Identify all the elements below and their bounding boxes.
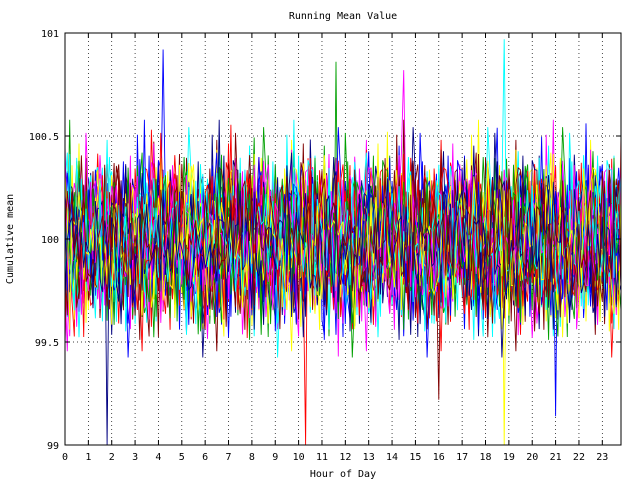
x-tick-label: 5 — [179, 452, 185, 463]
x-tick-label: 15 — [409, 452, 421, 463]
x-tick-label: 16 — [433, 452, 445, 463]
series-group — [64, 39, 622, 446]
x-tick-label: 13 — [363, 452, 375, 463]
x-tick-label: 7 — [226, 452, 232, 463]
x-tick-label: 1 — [85, 452, 91, 463]
y-tick-label: 100.5 — [29, 132, 59, 143]
x-axis-label: Hour of Day — [310, 469, 376, 480]
x-tick-label: 2 — [109, 452, 115, 463]
chart-title: Running Mean Value — [289, 11, 397, 22]
x-tick-label: 4 — [155, 452, 161, 463]
y-axis-label: Cumulative mean — [5, 194, 16, 284]
x-tick-label: 3 — [132, 452, 138, 463]
x-tick-label: 18 — [479, 452, 491, 463]
x-tick-label: 9 — [272, 452, 278, 463]
y-tick-label: 99.5 — [35, 338, 59, 349]
x-tick-label: 21 — [550, 452, 562, 463]
x-tick-label: 22 — [573, 452, 585, 463]
x-tick-label: 17 — [456, 452, 468, 463]
x-tick-label: 8 — [249, 452, 255, 463]
x-tick-label: 12 — [339, 452, 351, 463]
x-tick-label: 19 — [503, 452, 515, 463]
x-tick-label: 11 — [316, 452, 328, 463]
y-tick-label: 101 — [41, 29, 59, 40]
x-tick-label: 10 — [293, 452, 305, 463]
y-tick-label: 99 — [47, 441, 59, 452]
x-tick-label: 6 — [202, 452, 208, 463]
running-mean-chart: Running Mean Value 9999.5100100.5101 012… — [5, 11, 622, 480]
x-tick-label: 20 — [526, 452, 538, 463]
y-tick-label: 100 — [41, 235, 59, 246]
x-tick-label: 14 — [386, 452, 398, 463]
x-tick-label: 0 — [62, 452, 68, 463]
x-tick-label: 23 — [596, 452, 608, 463]
